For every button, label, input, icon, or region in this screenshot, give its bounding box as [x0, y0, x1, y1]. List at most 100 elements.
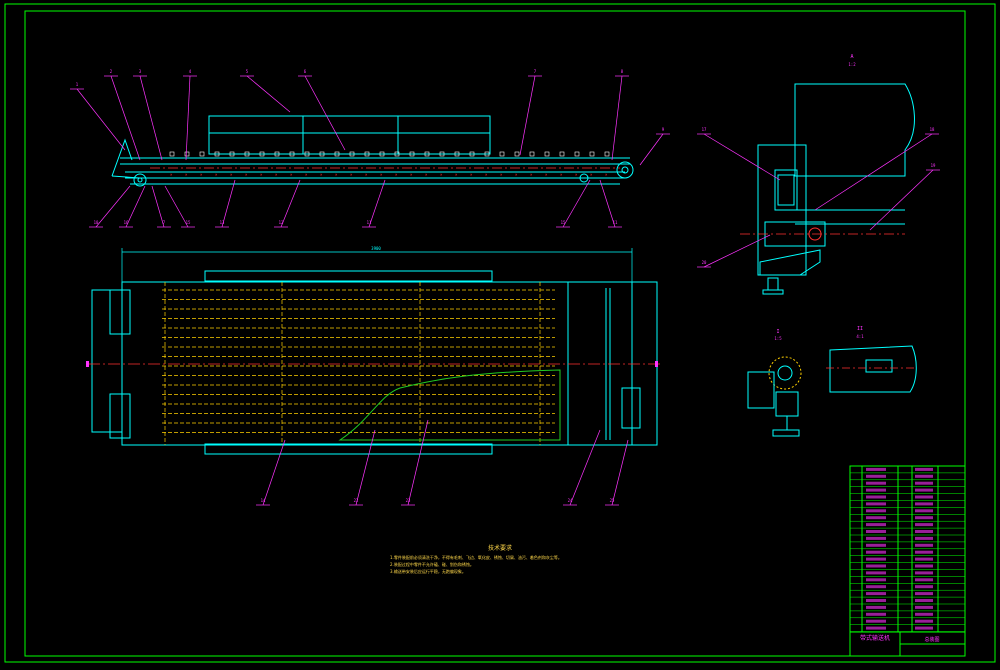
leader-line	[611, 75, 623, 161]
leader-line	[164, 185, 189, 228]
frame-cross-mark: ×	[500, 172, 503, 177]
detail-i-scale: 1:5	[774, 336, 782, 341]
callout-label: 15	[186, 220, 191, 225]
plan-view: 3900	[86, 246, 660, 455]
leader-line	[246, 75, 291, 113]
idler-bolt	[514, 151, 520, 157]
frame-cross-mark: ×	[545, 172, 548, 177]
callout-label: 9	[662, 127, 665, 132]
leader-line	[110, 75, 141, 161]
frame-cross-mark: ×	[455, 172, 458, 177]
callout-label: 16	[124, 220, 129, 225]
frame-cross-mark: ×	[575, 172, 578, 177]
title-block: 带式输送机 总装图	[849, 465, 966, 657]
drive-motor	[621, 387, 641, 429]
frame-cross-mark: ×	[335, 172, 338, 177]
frame-cross-mark: ×	[395, 172, 398, 177]
frame-cross-mark: ×	[590, 172, 593, 177]
callout-label: 13	[220, 220, 225, 225]
callout-label: 12	[279, 220, 284, 225]
detail-foot	[772, 429, 800, 437]
frame-cross-mark: ×	[515, 172, 518, 177]
callout-label: 14	[261, 498, 266, 503]
leader-line	[639, 133, 664, 166]
frame-cross-mark: ×	[305, 172, 308, 177]
leader-line	[125, 185, 146, 228]
view-a-scale: 1:2	[848, 62, 856, 67]
callout-label: 18	[930, 127, 935, 132]
frame-cross-mark: ×	[530, 172, 533, 177]
frame-cross-mark: ×	[485, 172, 488, 177]
front-elevation-view: × × × × × × × × × × × × × × × × × × × × × × × × × × × × × ×	[111, 115, 634, 187]
frame-cross-mark: ×	[440, 172, 443, 177]
callout-label: 3	[139, 69, 142, 74]
top-side-rail	[204, 270, 493, 282]
frame-cross-mark: ×	[605, 172, 608, 177]
leader-line	[562, 179, 591, 228]
leader-line	[703, 133, 781, 181]
leader-line	[611, 439, 629, 506]
callout-label: 17	[702, 127, 707, 132]
title-block-drawing-type: 总装图	[924, 636, 939, 643]
frame-cross-mark: ×	[260, 172, 263, 177]
callout-label: 1	[76, 82, 79, 87]
side-section-view: A 1:2	[740, 54, 915, 295]
idler-bolt	[559, 151, 565, 157]
leveling-foot	[767, 277, 779, 291]
idler-bolt	[604, 151, 610, 157]
frame-cross-mark: ×	[230, 172, 233, 177]
view-a-label: A	[850, 54, 853, 60]
detail-i-view: I 1:5	[747, 329, 802, 437]
hopper-box	[208, 115, 491, 155]
idler-bolt	[544, 151, 550, 157]
frame-cross-mark: ×	[170, 172, 173, 177]
callout-label: 24	[568, 498, 573, 503]
detail-ii-scale: 4:1	[856, 334, 864, 339]
leader-line	[76, 88, 126, 151]
frame-cross-mark: ×	[200, 172, 203, 177]
parts-list-rows	[850, 467, 965, 632]
frame-cross-mark: ×	[185, 172, 188, 177]
frame-cross-mark: ×	[470, 172, 473, 177]
callout-label: 6	[304, 69, 307, 74]
callout-label: 10	[94, 220, 99, 225]
leader-line	[355, 429, 376, 506]
callout-label: 2	[110, 69, 113, 74]
technical-notes: 技术要求 1.零件装配前必须清洗干净，不得有毛刺、飞边、氧化皮、锈蚀、切屑、油污…	[390, 545, 860, 575]
frame-cross-mark: ×	[380, 172, 383, 177]
hopper-section	[794, 83, 915, 177]
callout-label: 11	[613, 220, 618, 225]
leader-line	[262, 439, 286, 506]
callout-label: 20	[702, 260, 707, 265]
detail-i-label: I	[776, 329, 779, 335]
idler-bolt	[574, 151, 580, 157]
frame-cross-mark: ×	[410, 172, 413, 177]
leader-line	[569, 429, 601, 506]
frame-cross-mark: ×	[215, 172, 218, 177]
shaft-section	[829, 345, 917, 393]
frame-cross-mark: ×	[560, 172, 563, 177]
frame-cross-mark: ×	[350, 172, 353, 177]
frame-cross-mark: ×	[290, 172, 293, 177]
idler-bolt	[529, 151, 535, 157]
callout-label: 25	[610, 498, 615, 503]
leader-line	[814, 133, 933, 211]
callout-label: 4	[189, 69, 192, 74]
title-block-name: 带式输送机	[860, 634, 890, 642]
frame-cross-mark: ×	[245, 172, 248, 177]
notes-title: 技术要求	[487, 545, 512, 552]
belt-hidden-lines	[162, 282, 555, 445]
overall-length-label: 3900	[371, 246, 381, 251]
callout-label: 8	[621, 69, 624, 74]
idler-bolt	[199, 151, 205, 157]
notes-line-3: 3.输送带安装后应运行平稳，无跑偏现象。	[390, 569, 466, 574]
callout-label: 15	[561, 220, 566, 225]
frame-cross-mark: ×	[320, 172, 323, 177]
leader-line	[280, 179, 301, 228]
leader-line	[185, 75, 191, 161]
callout-label: 19	[931, 163, 936, 168]
frame-cross-mark: ×	[275, 172, 278, 177]
tail-end-plate	[91, 289, 123, 433]
frame-cross-mark: ×	[425, 172, 428, 177]
idler-bolt	[169, 151, 175, 157]
